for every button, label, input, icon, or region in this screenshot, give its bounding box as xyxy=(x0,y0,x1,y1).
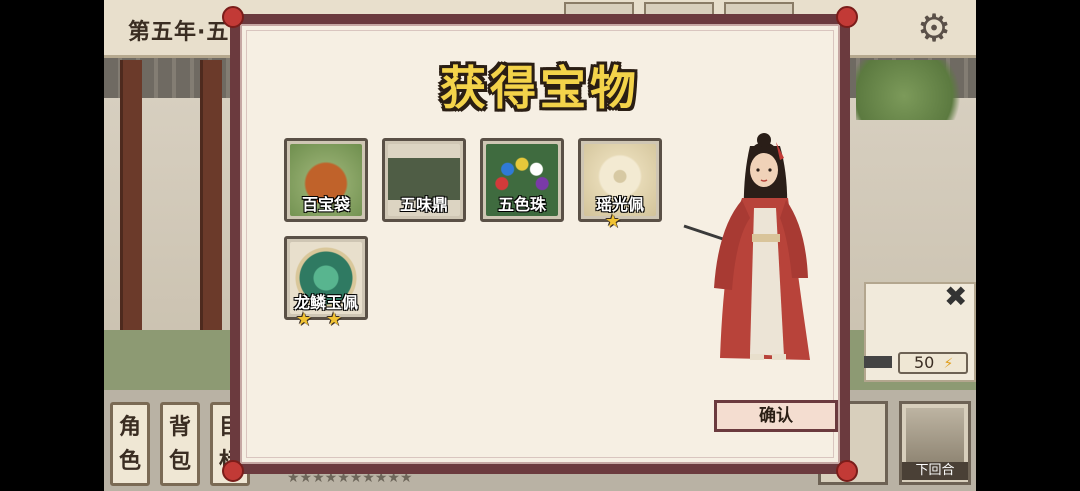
corner-ornament xyxy=(836,6,858,28)
energy-value: 50 xyxy=(914,353,935,372)
treasure-item[interactable]: 五色珠 xyxy=(480,138,564,222)
date-label: 第五年·五 xyxy=(128,20,230,45)
next-turn-label: 下回合 xyxy=(902,462,968,480)
corner-ornament xyxy=(222,6,244,28)
treasure-item[interactable]: 五味鼎 xyxy=(382,138,466,222)
rarity-stars: ★ xyxy=(604,211,636,232)
tree-foliage xyxy=(856,60,976,120)
game-viewport: 第五年·五 ⚙ 角 色 背 包 目 标 ★★★★★★★★★★ ✖ 50 ⚡ xyxy=(104,0,976,491)
treasure-name: 五色珠 xyxy=(497,195,546,214)
role-button[interactable]: 角 色 xyxy=(110,402,150,486)
energy-counter: 50 ⚡ xyxy=(898,352,968,374)
energy-bar xyxy=(864,356,892,368)
corner-ornament xyxy=(222,460,244,482)
gear-icon[interactable]: ⚙ xyxy=(914,8,954,48)
bag-label-top: 背 xyxy=(168,415,191,440)
next-turn-button[interactable]: 下回合 xyxy=(899,401,971,485)
treasure-name: 五味鼎 xyxy=(399,195,448,214)
wooden-pillar xyxy=(200,60,222,370)
treasure-name: 百宝袋 xyxy=(301,195,350,214)
close-icon[interactable]: ✖ xyxy=(944,280,967,313)
role-label-bottom: 色 xyxy=(118,449,141,474)
role-label-top: 角 xyxy=(118,415,141,440)
confirm-button[interactable]: 确认 xyxy=(714,400,838,432)
treasure-item[interactable]: 龙鳞玉佩 ★★ xyxy=(284,236,368,330)
next-turn-portrait xyxy=(906,408,964,464)
treasure-item[interactable]: 瑶光佩 ★ xyxy=(578,138,662,232)
dialog-title: 获得宝物 xyxy=(440,61,640,115)
screen: 第五年·五 ⚙ 角 色 背 包 目 标 ★★★★★★★★★★ ✖ 50 ⚡ xyxy=(0,0,1080,491)
bag-button[interactable]: 背 包 xyxy=(160,402,200,486)
corner-ornament xyxy=(836,460,858,482)
lightning-icon: ⚡ xyxy=(943,356,954,372)
treasure-item[interactable]: 百宝袋 xyxy=(284,138,368,222)
bag-label-bottom: 包 xyxy=(168,449,191,474)
treasure-reward-dialog: 获得宝物 百宝袋 五味鼎 五色珠 瑶光佩 ★ 龙鳞玉佩 ★★ 确认 xyxy=(222,6,858,482)
wooden-pillar xyxy=(120,60,142,370)
rarity-stars: ★★ xyxy=(295,309,357,330)
character-portrait xyxy=(683,133,810,360)
